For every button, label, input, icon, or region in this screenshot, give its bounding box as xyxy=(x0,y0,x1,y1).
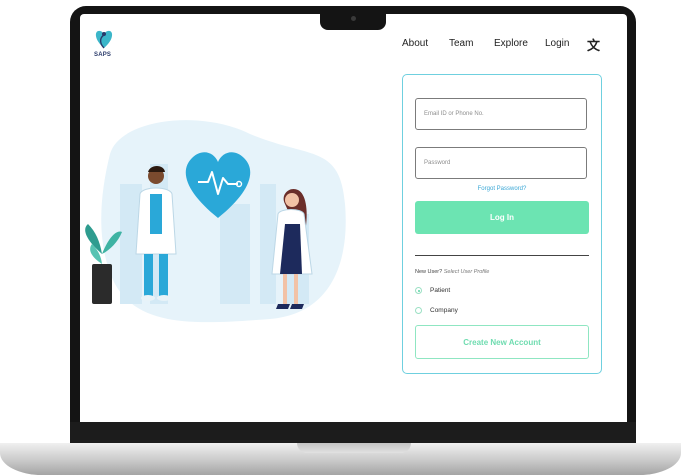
laptop-bezel-bottom xyxy=(70,422,636,443)
logo-icon[interactable] xyxy=(90,26,118,64)
login-card: Email ID or Phone No. Password Forgot Pa… xyxy=(402,74,602,374)
translate-icon[interactable]: 文 xyxy=(587,35,600,54)
nav-login[interactable]: Login xyxy=(545,38,569,49)
password-field[interactable]: Password xyxy=(415,147,587,179)
radio-company[interactable]: Company xyxy=(415,307,458,314)
select-profile-text: Select User Profile xyxy=(443,269,490,275)
nav-about[interactable]: About xyxy=(402,38,428,49)
logo-text: SAPS xyxy=(94,52,112,58)
doctors-illustration xyxy=(85,120,346,323)
laptop-notch xyxy=(320,12,386,30)
radio-checked-icon[interactable] xyxy=(415,287,422,294)
screen: SAPS About Team Explore Login 文 Email ID… xyxy=(80,14,627,422)
radio-unchecked-icon[interactable] xyxy=(415,307,422,314)
nav-explore[interactable]: Explore xyxy=(494,38,528,49)
email-field[interactable]: Email ID or Phone No. xyxy=(415,98,587,130)
laptop-base-notch xyxy=(297,443,411,453)
create-account-button[interactable]: Create New Account xyxy=(415,325,589,359)
radio-patient[interactable]: Patient xyxy=(415,287,450,294)
login-button[interactable]: Log In xyxy=(415,201,589,234)
new-user-label: New User? Select User Profile xyxy=(415,269,489,275)
nav-team[interactable]: Team xyxy=(449,38,473,49)
divider xyxy=(415,255,589,256)
radio-label-patient: Patient xyxy=(430,287,451,294)
forgot-password-link[interactable]: Forgot Password? xyxy=(403,186,601,192)
camera-icon xyxy=(351,16,356,21)
radio-label-company: Company xyxy=(430,307,458,314)
new-user-text: New User? xyxy=(415,269,443,275)
